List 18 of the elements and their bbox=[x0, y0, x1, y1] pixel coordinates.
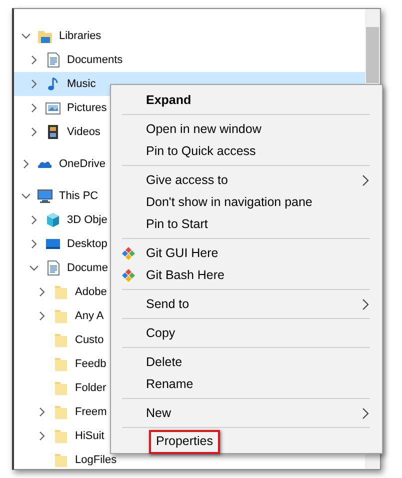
tree-item-label: Freem bbox=[75, 404, 107, 420]
tree-item-label: Music bbox=[67, 76, 96, 92]
tree-item-label: Feedb bbox=[75, 356, 106, 372]
tree-item-label: HiSuit bbox=[75, 428, 104, 444]
tree-item-label: Any A bbox=[75, 308, 104, 324]
tree-item-label: Custo bbox=[75, 332, 104, 348]
tree-item-label: Docume bbox=[67, 260, 108, 276]
tree-item-label: Videos bbox=[67, 124, 100, 140]
tree-item-label: This PC bbox=[59, 188, 98, 204]
tree-item-label: Pictures bbox=[67, 100, 107, 116]
tree-item-label: Libraries bbox=[59, 28, 102, 44]
tree-item-label: Documents bbox=[67, 52, 123, 68]
tree-item-label: Folder bbox=[75, 380, 106, 396]
tree-item-label: 3D Obje bbox=[67, 212, 108, 228]
tree-item-label: OneDrive bbox=[59, 156, 106, 172]
tree-item-label: Adobe bbox=[75, 284, 107, 300]
tree-item-label: LogFiles bbox=[75, 452, 117, 468]
tree-item-label: Desktop bbox=[67, 236, 108, 252]
